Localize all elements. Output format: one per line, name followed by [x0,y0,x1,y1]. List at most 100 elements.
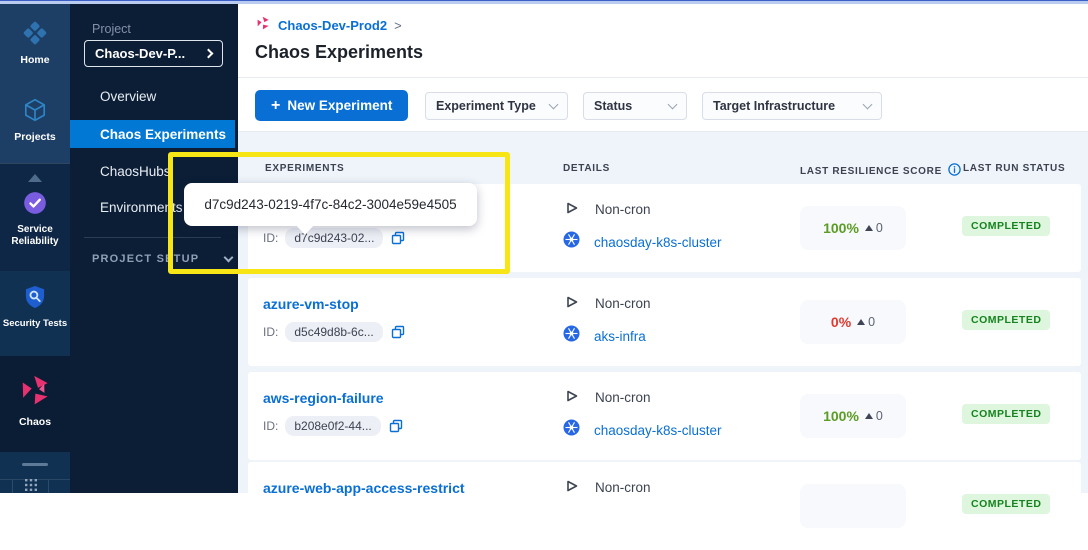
nav-resize-handle[interactable] [0,452,70,479]
plus-icon: + [271,97,280,115]
collapse-up-icon[interactable] [28,174,42,182]
experiment-row[interactable]: azure-vm-stop ID: d5c49d8b-6c... Non-cro… [248,278,1081,366]
infrastructure-detail: chaosday-k8s-cluster [563,419,722,441]
chevron-right-icon [204,49,214,59]
experiment-name-link[interactable]: azure-web-app-access-restrict [263,480,465,496]
project-section-label: Project [92,22,131,36]
info-icon[interactable] [948,163,961,179]
chevron-down-icon [549,100,559,110]
sidebar-item-home-label: Home [20,54,49,66]
nav-section-chaos: Chaos [0,356,70,452]
nav-dock [0,479,70,493]
filter-status[interactable]: Status [583,92,687,120]
project-setup-toggle[interactable]: PROJECT SETUP [92,253,232,265]
copy-icon[interactable] [388,418,404,434]
id-prefix-label: ID: [263,231,278,245]
projects-icon [22,97,48,126]
sidebar-item-chaos-label: Chaos [19,416,51,428]
chevron-down-icon [668,100,678,110]
nav-section-account: Home Projects [0,4,70,163]
chaos-module-icon [17,372,53,411]
sidebar-item-projects[interactable]: Projects [0,97,70,143]
page-title: Chaos Experiments [255,42,423,63]
copy-icon[interactable] [390,324,406,340]
infrastructure-link[interactable]: aks-infra [594,329,646,344]
project-selector[interactable]: Chaos-Dev-P... [84,40,223,67]
infrastructure-detail: chaosday-k8s-cluster [563,231,722,253]
sidebar-item-chaos[interactable]: Chaos [0,372,70,428]
triangle-up-icon [865,413,873,419]
kubernetes-icon [563,231,580,253]
sidebar-item-projects-label: Projects [14,131,55,143]
breadcrumb-project-link[interactable]: Chaos-Dev-Prod2 [278,18,387,33]
triangle-up-icon [857,319,865,325]
sidebar-item-chaoshubs[interactable]: ChaosHubs [70,157,235,185]
chevron-down-icon [224,253,234,263]
sidebar-item-chaos-experiments[interactable]: Chaos Experiments [70,120,235,148]
apps-grid-button[interactable] [12,480,49,493]
sidebar-item-security-tests[interactable]: Security Tests [0,284,70,330]
sidebar-item-security-tests-label: Security Tests [3,318,67,330]
header-divider [238,77,1088,78]
experiment-id-pill: b208e0f2-44... [285,416,380,436]
infrastructure-detail: aks-infra [563,325,646,347]
play-icon [563,200,579,219]
score-delta: 0 [865,221,883,235]
schedule-detail: Non-cron [563,294,651,313]
experiment-row[interactable]: aws-region-failure ID: b208e0f2-44... No… [248,372,1081,460]
home-icon [22,20,48,49]
experiment-id: ID: b208e0f2-44... [263,416,404,436]
project-sidebar: Project Chaos-Dev-P... Overview Chaos Ex… [70,4,235,493]
sidebar-divider [84,237,221,238]
id-prefix-label: ID: [263,419,278,433]
filter-target-infrastructure[interactable]: Target Infrastructure [702,92,882,120]
resilience-score-card [800,484,906,528]
resilience-score-card: 0% 0 [800,300,906,344]
score-delta-value: 0 [868,315,875,329]
score-delta: 0 [865,409,883,423]
security-tests-icon [22,284,48,313]
score-delta: 0 [857,315,875,329]
new-experiment-button[interactable]: + New Experiment [255,90,408,121]
column-header-experiments: EXPERIMENTS [265,163,344,174]
nav-section-security: Security Tests [0,271,70,356]
experiment-id: ID: d7c9d243-02... [263,228,406,248]
project-selector-value: Chaos-Dev-P... [95,46,185,61]
status-badge: COMPLETED [962,310,1050,330]
browser-top-strip [0,0,1088,4]
copy-icon[interactable] [390,230,406,246]
schedule-detail: Non-cron [563,388,651,407]
kubernetes-icon [563,325,580,347]
kubernetes-icon [563,419,580,441]
experiment-row[interactable]: azure-web-app-access-restrict ID: Non-cr… [248,462,1081,550]
resilience-score-value: 0% [831,314,851,330]
experiment-name-link[interactable]: azure-vm-stop [263,296,359,312]
column-header-last-run-status: LAST RUN STATUS [963,163,1065,174]
score-delta-value: 0 [876,409,883,423]
module-nav-rail: Home Projects Service Reliability [0,4,70,493]
play-icon [563,478,579,497]
infrastructure-link[interactable]: chaosday-k8s-cluster [594,423,722,438]
service-reliability-icon [22,190,48,219]
status-badge: COMPLETED [962,404,1050,424]
chevron-down-icon [863,100,873,110]
experiment-id-pill: d5c49d8b-6c... [285,322,382,342]
column-header-details: DETAILS [563,163,610,174]
sidebar-item-home[interactable]: Home [0,20,70,66]
status-badge: COMPLETED [962,494,1050,514]
infrastructure-link[interactable]: chaosday-k8s-cluster [594,235,722,250]
resilience-score-card: 100% 0 [800,394,906,438]
triangle-up-icon [865,225,873,231]
score-delta-value: 0 [876,221,883,235]
sidebar-item-service-reliability[interactable]: Service Reliability [0,190,70,248]
filter-experiment-type[interactable]: Experiment Type [425,92,568,120]
resilience-score-card: 100% 0 [800,206,906,250]
schedule-detail: Non-cron [563,478,651,497]
nav-section-modules: Service Reliability [0,163,70,271]
column-header-last-resilience-score: LAST RESILIENCE SCORE [800,163,961,179]
resilience-score-value: 100% [823,220,859,236]
sidebar-item-overview[interactable]: Overview [70,82,235,110]
breadcrumb: Chaos-Dev-Prod2 > [255,15,402,36]
experiment-name-link[interactable]: aws-region-failure [263,390,384,406]
drag-handle-icon [22,463,48,466]
